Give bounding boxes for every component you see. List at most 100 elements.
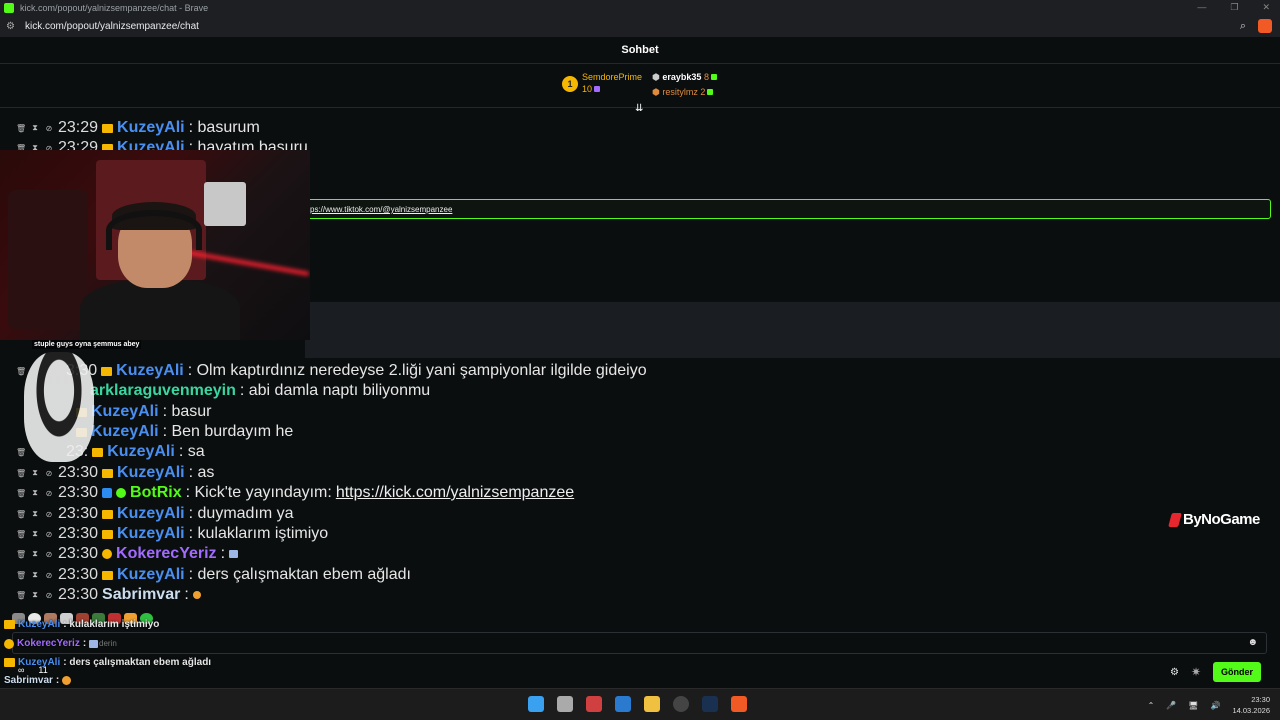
ban-icon[interactable]: ⊘ (44, 510, 54, 519)
emoji-picker-icon[interactable]: ☻ (1247, 637, 1258, 648)
mod-tools-icon[interactable]: ✷ (1191, 665, 1201, 679)
trash-icon[interactable]: 🗑 (16, 510, 26, 519)
message-time: 23:30 (58, 505, 99, 522)
message-username[interactable]: KuzeyAli (117, 525, 185, 543)
leader-first[interactable]: SemdorePrime 10 (582, 72, 642, 94)
trash-icon[interactable]: 🗑 (16, 530, 26, 539)
message-username[interactable]: Sabrimvar (102, 586, 180, 604)
trash-icon[interactable]: 🗑 (16, 571, 26, 580)
alert-caption: stuple guys oyna şemmus abey (32, 340, 142, 349)
overlay-line: Sabrimvar: (4, 675, 72, 686)
leader-third[interactable]: ⬢ resitylmz 2 (652, 87, 717, 98)
url-text[interactable]: kick.com/popout/yalnizsempanzee/chat (25, 21, 199, 32)
message-username[interactable]: KuzeyAli (117, 119, 185, 137)
address-bar[interactable]: ⚙ kick.com/popout/yalnizsempanzee/chat ⌕ (0, 16, 1280, 37)
clock-time: 23:30 (1251, 695, 1270, 704)
message-time: 23:30 (58, 586, 99, 603)
overlay-text: : kulaklarım iştimiyo (63, 619, 160, 630)
send-button[interactable]: Gönder (1213, 662, 1262, 682)
bynogame-mark-icon (1168, 512, 1182, 527)
settings-gear-icon[interactable]: ⚙ (1170, 667, 1179, 678)
message-text: : abi damla naptı biliyonmu (239, 382, 431, 399)
timeout-icon[interactable]: ⧗ (30, 590, 40, 600)
file-explorer-icon[interactable] (644, 696, 660, 712)
timeout-icon[interactable]: ⧗ (30, 468, 40, 478)
brave-browser-icon[interactable] (731, 696, 747, 712)
close-button[interactable]: ✕ (1262, 2, 1270, 13)
ban-icon[interactable]: ⊘ (44, 489, 54, 498)
scroll-down-icon[interactable]: ⇊ (635, 103, 643, 114)
ban-icon[interactable]: ⊘ (44, 550, 54, 559)
steam-icon[interactable] (702, 696, 718, 712)
tray-expand-icon[interactable]: ⌃ (1148, 701, 1155, 710)
trash-icon[interactable]: 🗑 (16, 124, 26, 133)
message-username[interactable]: KuzeyAli (117, 464, 185, 482)
emote-icon (192, 591, 201, 599)
tiktok-link[interactable]: ps://www.tiktok.com/@yalnizsempanzee (310, 205, 452, 214)
trash-icon[interactable]: 🗑 (16, 591, 26, 600)
app-icon[interactable] (615, 696, 631, 712)
overlay-line: KokerecYeriz: (4, 638, 99, 649)
site-settings-icon[interactable]: ⚙ (6, 21, 15, 32)
ban-icon[interactable]: ⊘ (44, 571, 54, 580)
leader-second-count: 8 (703, 72, 709, 82)
emote-icon (229, 550, 239, 558)
gift-icon (710, 74, 717, 80)
chat-message: 🗑 ⧗ ⊘ 23:30 KuzeyAli: ders çalışmaktan e… (16, 566, 411, 584)
trash-icon[interactable]: 🗑 (16, 489, 26, 498)
message-username[interactable]: KokerecYeriz (116, 545, 217, 563)
leader-first-name: SemdorePrime (582, 72, 643, 82)
timeout-icon[interactable]: ⧗ (30, 529, 40, 539)
bynogame-text: ByNoGame (1183, 511, 1260, 528)
message-username[interactable]: KuzeyAli (117, 505, 185, 523)
ban-icon[interactable]: ⊘ (44, 124, 54, 133)
brave-shields-icon[interactable] (1258, 19, 1272, 33)
windows-start-icon[interactable] (528, 696, 544, 712)
volume-icon[interactable]: 🔊 (1210, 701, 1220, 710)
crown-badge-icon (102, 529, 114, 539)
timeout-icon[interactable]: ⧗ (30, 570, 40, 580)
timeout-icon[interactable]: ⧗ (30, 509, 40, 519)
task-view-icon[interactable] (557, 696, 573, 712)
ban-icon[interactable]: ⊘ (44, 469, 54, 478)
emote-icon (62, 676, 72, 685)
microphone-icon[interactable]: 🎤 (1166, 701, 1176, 710)
gaming-chair (8, 190, 88, 330)
kick-link[interactable]: https://kick.com/yalnizsempanzee (336, 484, 574, 502)
network-icon[interactable]: 🖥 (1188, 701, 1198, 710)
subscriber-badge-icon (4, 638, 14, 649)
timeout-icon[interactable]: ⧗ (30, 488, 40, 498)
crown-badge-icon (102, 509, 114, 519)
trash-icon[interactable]: 🗑 (16, 550, 26, 559)
leader-second[interactable]: ⬢ eraybk35 8 (652, 72, 717, 83)
timeout-icon[interactable]: ⧗ (30, 123, 40, 133)
subscriber-badge-icon (102, 549, 113, 559)
chat-message: 🗑 ⧗ ⊘ 23:29 KuzeyAli: basurum (16, 119, 260, 137)
overlay-text: : (55, 675, 60, 686)
message-username[interactable]: BotRix (130, 484, 182, 502)
window-controls: — ❐ ✕ (1197, 2, 1270, 13)
trash-icon[interactable]: 🗑 (16, 469, 26, 478)
timeout-icon[interactable]: ⧗ (30, 549, 40, 559)
crown-badge-icon (102, 123, 114, 133)
ban-icon[interactable]: ⊘ (44, 591, 54, 600)
ban-icon[interactable]: ⊘ (44, 530, 54, 539)
message-username[interactable]: KuzeyAli (117, 566, 185, 584)
obs-icon[interactable] (673, 696, 689, 712)
message-text: : (220, 545, 226, 562)
zoom-search-icon[interactable]: ⌕ (1240, 20, 1246, 33)
chat-input[interactable]: derin ☻ (12, 632, 1267, 654)
minimize-button[interactable]: — (1197, 2, 1206, 13)
emote-icon (89, 639, 99, 648)
system-clock[interactable]: 23:30 14.03.2026 (1232, 694, 1270, 716)
crown-badge-icon (102, 570, 114, 580)
bronze-badge-icon: ⬢ (652, 87, 660, 97)
system-tray: ⌃ 🎤 🖥 🔊 23:30 14.03.2026 (1148, 694, 1270, 716)
gift-icon (707, 89, 714, 95)
app-icon[interactable] (586, 696, 602, 712)
maximize-button[interactable]: ❐ (1230, 2, 1238, 13)
verified-badge-icon (116, 488, 127, 498)
pinned-message-band (305, 302, 1280, 358)
chat-header: Sohbet (0, 37, 1280, 64)
message-text: : Ben burdayım he (162, 423, 294, 440)
